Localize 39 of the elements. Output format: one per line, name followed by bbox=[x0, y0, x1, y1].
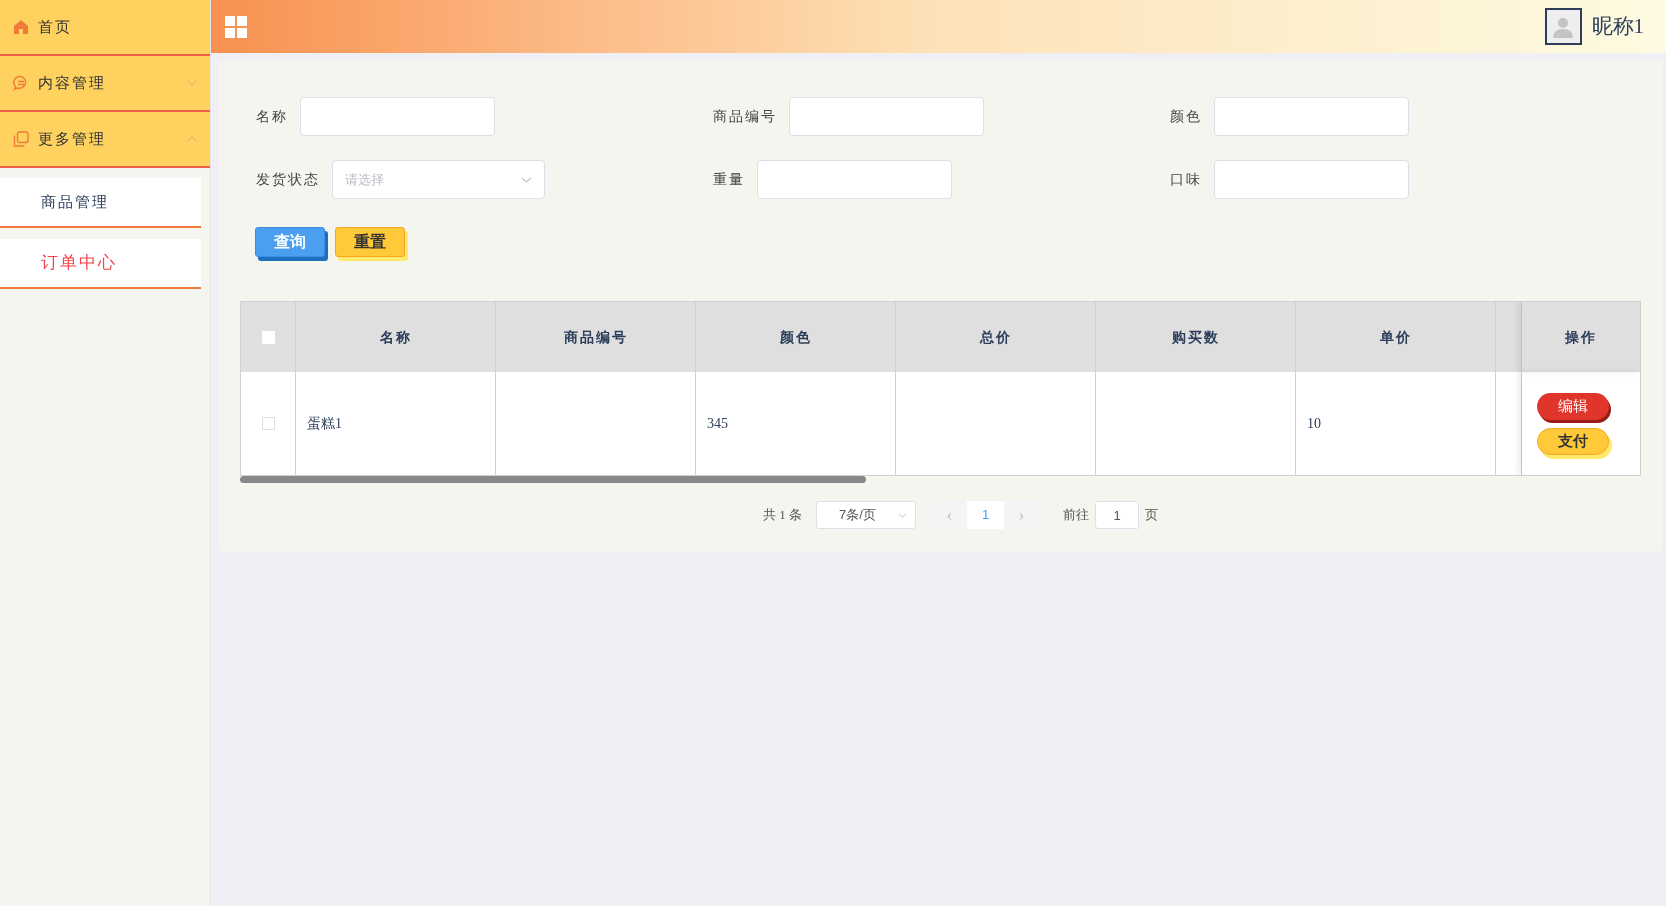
field-label: 发货状态 bbox=[255, 171, 320, 189]
edit-button[interactable]: 编辑 bbox=[1537, 392, 1609, 420]
checkbox[interactable] bbox=[261, 417, 275, 430]
field-label: 重量 bbox=[712, 171, 745, 189]
field-label: 颜色 bbox=[1169, 108, 1202, 126]
goto-label: 前往 bbox=[1063, 506, 1089, 525]
field-label: 商品编号 bbox=[712, 108, 777, 126]
table-cell-text: 蛋糕1 bbox=[307, 415, 342, 433]
total-count: 共 1 条 bbox=[763, 506, 802, 525]
input-field[interactable] bbox=[300, 97, 495, 136]
field-label: 口味 bbox=[1169, 171, 1202, 189]
scrollbar[interactable] bbox=[240, 476, 866, 483]
submenu-item[interactable]: 商品管理 bbox=[0, 178, 201, 228]
input-field[interactable] bbox=[1214, 97, 1409, 136]
page-size-select[interactable]: 7条/页 bbox=[816, 501, 916, 529]
grid-menu-icon[interactable] bbox=[225, 15, 247, 38]
column-header: 操作 bbox=[1522, 302, 1640, 372]
user-silhouette-icon bbox=[1552, 15, 1574, 38]
submenu-item[interactable]: 订单中心 bbox=[0, 239, 201, 289]
avatar[interactable] bbox=[1544, 8, 1582, 45]
input-field[interactable] bbox=[1214, 160, 1409, 199]
chat-bubble-icon bbox=[13, 75, 29, 91]
chevron-down-icon bbox=[521, 176, 532, 183]
chevron-up-icon bbox=[187, 136, 197, 142]
page-suffix: 页 bbox=[1145, 506, 1158, 525]
table-cell-text: 345 bbox=[707, 415, 728, 433]
copy-icon bbox=[13, 131, 29, 147]
home-icon bbox=[13, 19, 29, 35]
field-label: 名称 bbox=[255, 108, 288, 126]
chevron-down-icon bbox=[898, 512, 907, 518]
table-cell-text: 10 bbox=[1307, 415, 1321, 433]
input-field[interactable] bbox=[789, 97, 984, 136]
sidebar-item[interactable]: 首页 bbox=[0, 0, 210, 56]
page-input[interactable]: 1 bbox=[1095, 501, 1139, 529]
input-field[interactable] bbox=[757, 160, 952, 199]
user-name: 昵称1 bbox=[1591, 12, 1644, 40]
sidebar-item[interactable]: 更多管理 bbox=[0, 112, 210, 168]
chevron-down-icon bbox=[187, 80, 197, 86]
sidebar-item[interactable]: 内容管理 bbox=[0, 56, 210, 112]
